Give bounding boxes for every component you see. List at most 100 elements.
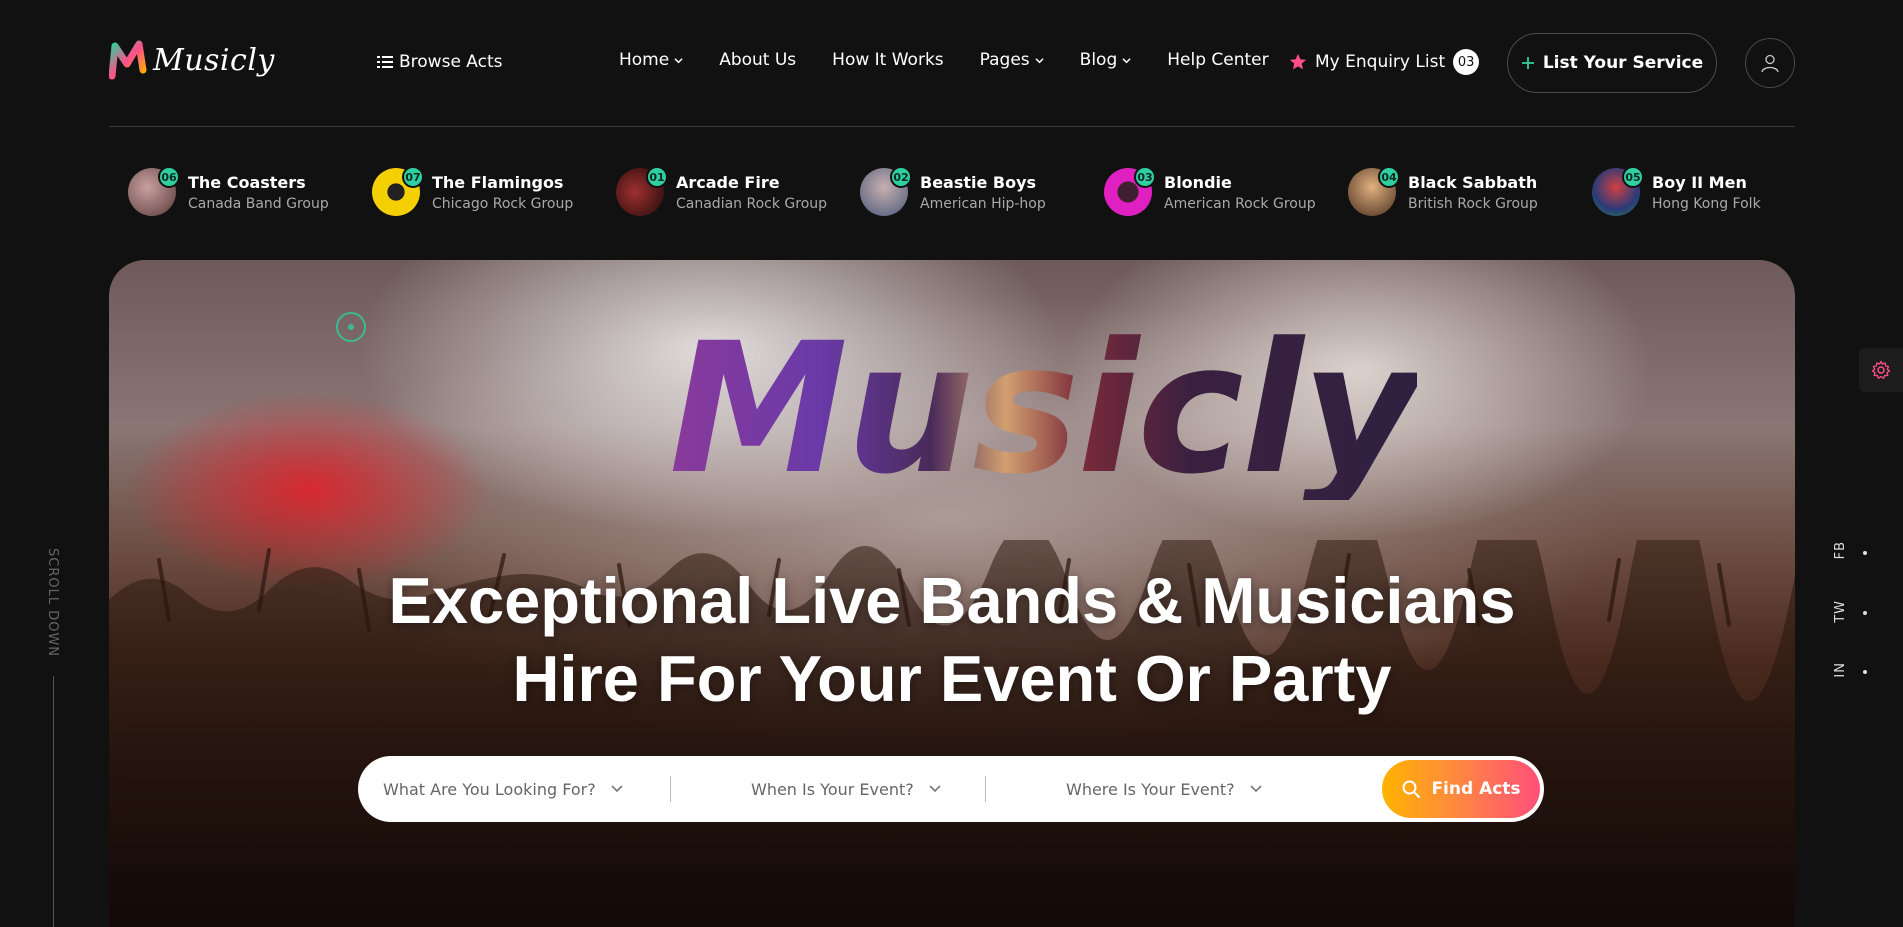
social-link-fb[interactable]: FB — [1833, 541, 1848, 559]
artist-genre: Canada Band Group — [188, 195, 329, 212]
artist-name: Arcade Fire — [676, 172, 780, 192]
artist-rank-badge: 03 — [1134, 166, 1156, 188]
service-type-select[interactable]: What Are You Looking For? — [358, 756, 670, 822]
social-label: TW — [1833, 600, 1848, 623]
artist-card[interactable]: 07 The Flamingos Chicago Rock Group — [372, 166, 616, 216]
header-divider — [109, 126, 1795, 127]
social-dot — [1863, 670, 1867, 674]
nav-item-label: Help Center — [1167, 50, 1269, 70]
chevron-down-icon — [1035, 57, 1044, 63]
nav-item-blog[interactable]: Blog — [1080, 50, 1132, 70]
list-your-service-label: List Your Service — [1542, 53, 1704, 73]
artist-rank-badge: 06 — [158, 166, 180, 188]
event-date-label: When Is Your Event? — [751, 779, 914, 799]
artist-info: Blondie American Rock Group — [1164, 173, 1316, 212]
social-label: FB — [1833, 541, 1848, 560]
artist-info: Arcade Fire Canadian Rock Group — [676, 173, 827, 212]
social-dot — [1863, 551, 1867, 555]
find-acts-button[interactable]: Find Acts — [1382, 760, 1540, 818]
enquiry-list-label: My Enquiry List — [1315, 52, 1446, 72]
artist-strip: 06 The Coasters Canada Band Group 07 The… — [128, 166, 1836, 216]
enquiry-list-link[interactable]: My Enquiry List 03 — [1289, 49, 1480, 75]
hero-title-line1: Exceptional Live Bands & Musicians — [388, 564, 1516, 637]
user-icon — [1761, 54, 1779, 73]
browse-acts-button[interactable]: Browse Acts — [377, 52, 503, 72]
main-nav: Home About Us How It Works Pages Blog He… — [619, 50, 1269, 70]
artist-info: Black Sabbath British Rock Group — [1408, 173, 1538, 212]
nav-item-pages[interactable]: Pages — [980, 50, 1044, 70]
artist-avatar: 01 — [616, 166, 668, 216]
artist-rank-badge: 02 — [890, 166, 912, 188]
search-bar: What Are You Looking For? When Is Your E… — [358, 756, 1544, 822]
artist-card[interactable]: 02 Beastie Boys American Hip-hop — [860, 166, 1104, 216]
nav-item-label: How It Works — [832, 50, 944, 70]
nav-item-label: About Us — [719, 50, 797, 70]
artist-name: The Flamingos — [432, 172, 564, 192]
artist-card[interactable]: 06 The Coasters Canada Band Group — [128, 166, 372, 216]
star-icon — [1289, 53, 1307, 70]
hero-banner: Musicly Exceptional Live Bands & Musicia… — [109, 260, 1795, 927]
artist-card[interactable]: 01 Arcade Fire Canadian Rock Group — [616, 166, 860, 216]
nav-item-home[interactable]: Home — [619, 50, 683, 70]
event-location-label: Where Is Your Event? — [1066, 779, 1235, 799]
artist-name: The Coasters — [188, 172, 306, 192]
artist-avatar: 05 — [1592, 166, 1644, 216]
event-date-select[interactable]: When Is Your Event? — [671, 756, 985, 822]
service-type-label: What Are You Looking For? — [383, 779, 596, 799]
artist-rank-badge: 05 — [1622, 166, 1644, 188]
hero-title-line2: Hire For Your Event Or Party — [512, 642, 1392, 715]
artist-genre: American Hip-hop — [920, 195, 1046, 212]
settings-button[interactable] — [1859, 348, 1903, 392]
artist-genre: Chicago Rock Group — [432, 195, 574, 212]
logo-mark-icon — [109, 40, 147, 80]
social-link-tw[interactable]: TW — [1833, 600, 1848, 623]
event-location-select[interactable]: Where Is Your Event? — [986, 756, 1306, 822]
artist-avatar: 04 — [1348, 166, 1400, 216]
find-acts-label: Find Acts — [1431, 779, 1521, 799]
artist-rank-badge: 01 — [646, 166, 668, 188]
social-link-in[interactable]: IN — [1833, 662, 1848, 678]
artist-rank-badge: 07 — [402, 166, 424, 188]
artist-name: Blondie — [1164, 172, 1232, 192]
decorative-ring — [336, 312, 366, 342]
scroll-down-label[interactable]: SCROLL DOWN — [44, 548, 60, 657]
artist-genre: Hong Kong Folk — [1652, 195, 1761, 212]
artist-name: Black Sabbath — [1408, 172, 1538, 192]
browse-acts-label: Browse Acts — [399, 52, 503, 72]
social-dot — [1863, 611, 1867, 615]
chevron-down-icon — [674, 57, 683, 63]
user-account-button[interactable] — [1745, 38, 1795, 88]
chevron-down-icon — [1250, 785, 1262, 793]
artist-card[interactable]: 05 Boy II Men Hong Kong Folk — [1592, 166, 1836, 216]
site-logo[interactable]: Musicly — [109, 40, 275, 80]
artist-info: The Flamingos Chicago Rock Group — [432, 173, 573, 212]
artist-genre: American Rock Group — [1164, 195, 1316, 212]
artist-genre: British Rock Group — [1408, 195, 1538, 212]
artist-info: Beastie Boys American Hip-hop — [920, 173, 1046, 212]
artist-avatar: 02 — [860, 166, 912, 216]
logo-text: Musicly — [153, 42, 275, 78]
artist-card[interactable]: 04 Black Sabbath British Rock Group — [1348, 166, 1592, 216]
site-header: Musicly Browse Acts Home About Us How It… — [109, 28, 1795, 98]
search-icon — [1402, 780, 1421, 798]
artist-name: Boy II Men — [1652, 172, 1747, 192]
artist-genre: Canadian Rock Group — [676, 195, 828, 212]
artist-card[interactable]: 03 Blondie American Rock Group — [1104, 166, 1348, 216]
list-icon — [377, 56, 393, 68]
artist-avatar: 03 — [1104, 166, 1156, 216]
enquiry-count-badge: 03 — [1453, 49, 1480, 75]
nav-item-how-it-works[interactable]: How It Works — [832, 50, 943, 70]
nav-item-label: Pages — [979, 50, 1030, 70]
chevron-down-icon — [1122, 57, 1131, 63]
nav-item-help-center[interactable]: Help Center — [1167, 50, 1268, 70]
nav-item-about[interactable]: About Us — [719, 50, 796, 70]
chevron-down-icon — [611, 785, 623, 793]
plus-icon — [1521, 57, 1534, 69]
chevron-down-icon — [929, 785, 941, 793]
artist-info: The Coasters Canada Band Group — [188, 173, 329, 212]
artist-info: Boy II Men Hong Kong Folk — [1652, 173, 1761, 212]
list-your-service-button[interactable]: List Your Service — [1507, 33, 1717, 93]
scroll-line — [53, 676, 54, 927]
artist-name: Beastie Boys — [920, 172, 1037, 192]
nav-item-label: Blog — [1079, 50, 1118, 70]
